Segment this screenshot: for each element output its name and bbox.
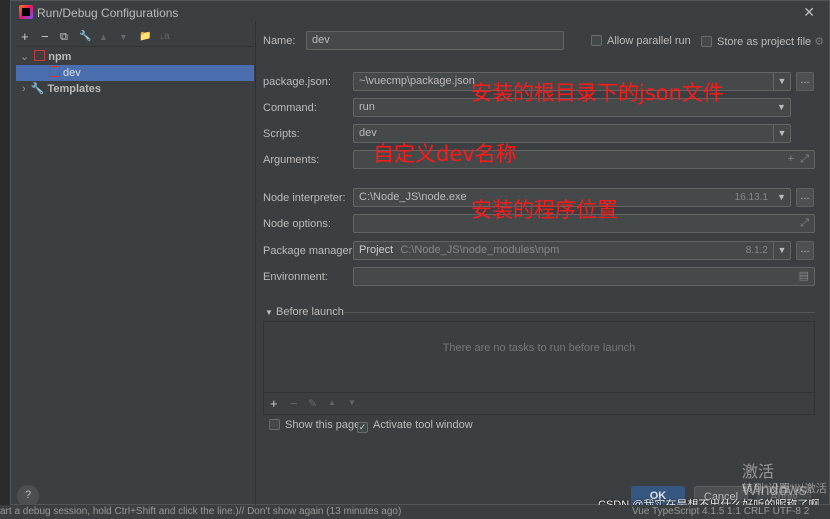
browse-package-json-button[interactable]: ...: [796, 72, 814, 91]
dropdown-arrow-icon: ▼: [777, 192, 786, 202]
dropdown-arrow-icon: ▼: [773, 73, 790, 90]
name-label: Name:: [263, 35, 296, 47]
add-config-button[interactable]: +: [21, 29, 29, 44]
expand-icon: ⤢: [800, 153, 809, 165]
node-options-label: Node options:: [263, 218, 331, 230]
config-tree: ⌄ npm dev › 🔧 Templates: [16, 46, 254, 506]
npm-icon: [49, 66, 60, 77]
status-message: art a debug session, hold Ctrl+Shift and…: [0, 506, 402, 517]
app-logo-icon: [19, 5, 33, 19]
arguments-label: Arguments:: [263, 154, 320, 166]
copy-config-button[interactable]: ⧉: [60, 31, 68, 44]
status-bar: art a debug session, hold Ctrl+Shift and…: [0, 505, 830, 519]
tree-item-dev[interactable]: dev: [16, 65, 254, 81]
store-project-checkbox[interactable]: Store as project file ⚙: [701, 35, 824, 48]
expand-icon: ⤢: [800, 217, 809, 229]
browse-package-manager-button[interactable]: ...: [796, 241, 814, 260]
environment-label: Environment:: [263, 271, 328, 283]
activate-tool-window-checkbox[interactable]: ✓ Activate tool window: [357, 419, 473, 433]
before-launch-toggle[interactable]: ▼ Before launch: [265, 306, 344, 318]
close-button[interactable]: ✕: [803, 4, 815, 21]
npm-icon: [34, 50, 46, 61]
add-icon: +: [787, 153, 794, 165]
edit-defaults-wrench-icon[interactable]: 🔧: [79, 31, 91, 42]
command-label: Command:: [263, 102, 317, 114]
move-up-button[interactable]: ▲: [99, 32, 108, 42]
panel-divider: [255, 21, 256, 506]
gear-icon: ⚙: [814, 36, 825, 48]
before-launch-list: There are no tasks to run before launch …: [263, 321, 815, 415]
annotation-package-json: 安装的根目录下的json文件: [471, 81, 724, 105]
move-up-task-button[interactable]: ▲: [328, 398, 336, 407]
separator: [343, 312, 815, 313]
add-task-button[interactable]: +: [270, 396, 278, 411]
dropdown-arrow-icon: ▼: [773, 125, 790, 142]
annotation-dev-name: 自定义dev名称: [373, 142, 517, 166]
edit-task-icon[interactable]: ✎: [308, 397, 317, 410]
node-version: 16.13.1: [734, 192, 768, 203]
tree-item-npm[interactable]: ⌄ npm: [16, 49, 254, 65]
status-info: Vue TypeScript 4.1.5 1:1 CRLF UTF-8 2: [632, 506, 810, 517]
remove-config-button[interactable]: −: [41, 29, 49, 44]
tree-item-templates[interactable]: › 🔧 Templates: [16, 81, 254, 97]
package-json-label: package.json:: [263, 76, 331, 88]
dropdown-arrow-icon: ▼: [773, 242, 790, 259]
remove-task-button[interactable]: −: [290, 396, 298, 411]
scripts-label: Scripts:: [263, 128, 300, 140]
dropdown-arrow-icon: ▼: [777, 102, 786, 112]
chevron-down-icon: ⌄: [20, 51, 30, 63]
show-this-page-checkbox[interactable]: Show this page: [269, 419, 360, 431]
chevron-right-icon: ›: [22, 83, 26, 95]
annotation-install-location: 安装的程序位置: [471, 198, 618, 222]
package-manager-select[interactable]: Project C:\Node_JS\node_modules\npm 8.1.2…: [353, 241, 791, 260]
sort-icon[interactable]: ↓a: [159, 31, 170, 42]
name-input[interactable]: dev: [306, 31, 564, 50]
new-folder-icon[interactable]: 📁: [139, 31, 151, 42]
collapse-arrow-icon: ▼: [265, 308, 273, 317]
help-button[interactable]: ?: [17, 485, 39, 507]
windows-activation-hint: 转到"设置"以激活 Windows: [742, 483, 830, 495]
allow-parallel-checkbox[interactable]: Allow parallel run: [591, 35, 691, 47]
move-down-button[interactable]: ▼: [119, 32, 128, 42]
document-icon: ▤: [798, 270, 809, 282]
run-debug-dialog: Run/Debug Configurations ✕ + − ⧉ 🔧 ▲ ▼ 📁…: [10, 0, 830, 508]
node-interpreter-label: Node interpreter:: [263, 192, 346, 204]
move-down-task-button[interactable]: ▼: [348, 398, 356, 407]
browse-interpreter-button[interactable]: ...: [796, 188, 814, 207]
wrench-icon: 🔧: [30, 83, 45, 95]
environment-input[interactable]: ▤: [353, 267, 815, 286]
package-manager-label: Package manager:: [263, 245, 356, 257]
dialog-title: Run/Debug Configurations: [37, 6, 179, 20]
empty-tasks-text: There are no tasks to run before launch: [442, 342, 636, 354]
